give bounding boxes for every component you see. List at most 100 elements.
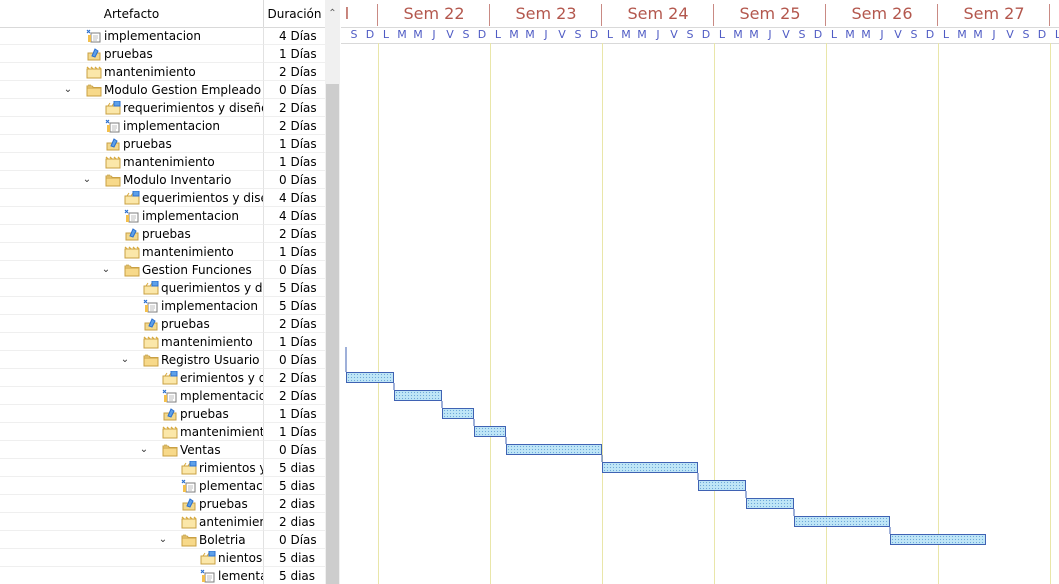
chevron-down-icon[interactable]: ⌄ — [138, 441, 150, 458]
table-row[interactable]: mantenimiento 1 Días — [0, 423, 325, 441]
task-duration[interactable]: 0 Días — [264, 531, 325, 549]
task-bar[interactable] — [394, 390, 442, 401]
task-name-cell[interactable]: ⌄ Boletria — [0, 531, 264, 549]
task-name-cell[interactable]: ⌄ Gestion Funciones — [0, 261, 264, 279]
table-row[interactable]: pruebas 1 Días — [0, 405, 325, 423]
task-name-cell[interactable]: pruebas — [0, 45, 264, 63]
task-name-cell[interactable]: rimientos y d — [0, 459, 264, 477]
task-duration[interactable]: 2 Días — [264, 387, 325, 405]
task-name-cell[interactable]: implementacion — [0, 27, 264, 45]
table-row[interactable]: pruebas 2 Días — [0, 315, 325, 333]
table-row[interactable]: antenimient2 dias — [0, 513, 325, 531]
task-duration[interactable]: 1 Días — [264, 405, 325, 423]
table-row[interactable]: implementacion 4 Días — [0, 27, 325, 45]
table-row[interactable]: erimientos y dis2 Días — [0, 369, 325, 387]
table-row[interactable]: implementacion 4 Días — [0, 207, 325, 225]
task-name-cell[interactable]: querimientos y dise — [0, 279, 264, 297]
task-name-cell[interactable]: implementacion — [0, 207, 264, 225]
task-name-cell[interactable]: pruebas — [0, 405, 264, 423]
task-duration[interactable]: 5 Días — [264, 297, 325, 315]
chevron-down-icon[interactable]: ⌄ — [100, 261, 112, 278]
task-duration[interactable]: 5 dias — [264, 477, 325, 495]
task-bar[interactable] — [346, 372, 394, 383]
table-row[interactable]: pruebas 1 Días — [0, 45, 325, 63]
task-duration[interactable]: 2 Días — [264, 117, 325, 135]
task-name-cell[interactable]: pruebas — [0, 135, 264, 153]
task-duration[interactable]: 2 Días — [264, 369, 325, 387]
table-row[interactable]: lementa 5 dias — [0, 567, 325, 584]
task-duration[interactable]: 1 Días — [264, 243, 325, 261]
task-duration[interactable]: 5 dias — [264, 549, 325, 567]
task-duration[interactable]: 1 Días — [264, 45, 325, 63]
table-row[interactable]: querimientos y dise5 Días — [0, 279, 325, 297]
task-name-cell[interactable]: plementacio — [0, 477, 264, 495]
task-name-cell[interactable]: mplementacion — [0, 387, 264, 405]
table-row[interactable]: equerimientos y diseño4 Días — [0, 189, 325, 207]
task-name-cell[interactable]: ⌄ Modulo Inventario — [0, 171, 264, 189]
table-row[interactable]: pruebas 2 Días — [0, 225, 325, 243]
task-bar[interactable] — [746, 498, 794, 509]
task-name-cell[interactable]: equerimientos y diseño — [0, 189, 264, 207]
task-duration[interactable]: 1 Días — [264, 135, 325, 153]
table-row[interactable]: mantenimiento 1 Días — [0, 153, 325, 171]
task-duration[interactable]: 0 Días — [264, 171, 325, 189]
task-duration[interactable]: 1 Días — [264, 153, 325, 171]
table-row[interactable]: mantenimiento 1 Días — [0, 333, 325, 351]
task-duration[interactable]: 2 Días — [264, 225, 325, 243]
task-bar[interactable] — [602, 462, 698, 473]
task-duration[interactable]: 1 Días — [264, 333, 325, 351]
task-duration[interactable]: 5 dias — [264, 567, 325, 584]
task-name-cell[interactable]: mantenimiento — [0, 423, 264, 441]
table-row[interactable]: ⌄ Ventas 0 Días — [0, 441, 325, 459]
task-duration[interactable]: 5 dias — [264, 459, 325, 477]
task-duration[interactable]: 4 Días — [264, 207, 325, 225]
chevron-down-icon[interactable]: ⌄ — [62, 81, 74, 98]
task-bar[interactable] — [474, 426, 506, 437]
task-duration[interactable]: 2 dias — [264, 495, 325, 513]
task-bar[interactable] — [794, 516, 890, 527]
task-name-cell[interactable]: pruebas — [0, 225, 264, 243]
table-row[interactable]: ⌄ Modulo Inventario 0 Días — [0, 171, 325, 189]
task-duration[interactable]: 4 Días — [264, 189, 325, 207]
task-duration[interactable]: 0 Días — [264, 441, 325, 459]
table-row[interactable]: pruebas 2 dias — [0, 495, 325, 513]
task-name-cell[interactable]: nientos y — [0, 549, 264, 567]
task-name-cell[interactable]: requerimientos y diseño — [0, 99, 264, 117]
task-name-cell[interactable]: mantenimiento — [0, 153, 264, 171]
table-row[interactable]: ⌄ Modulo Gestion Empleado 0 Días — [0, 81, 325, 99]
scrollbar-thumb[interactable] — [326, 84, 339, 584]
task-name-cell[interactable]: ⌄ Registro Usuario — [0, 351, 264, 369]
task-bar[interactable] — [890, 534, 986, 545]
task-name-cell[interactable]: implementacion — [0, 297, 264, 315]
task-duration[interactable]: 0 Días — [264, 81, 325, 99]
table-row[interactable]: mplementacion2 Días — [0, 387, 325, 405]
task-name-cell[interactable]: pruebas — [0, 315, 264, 333]
task-bar[interactable] — [698, 480, 746, 491]
scroll-up-icon[interactable]: ⌃ — [325, 0, 340, 27]
task-name-cell[interactable]: mantenimiento — [0, 333, 264, 351]
table-row[interactable]: implementacion 5 Días — [0, 297, 325, 315]
task-duration[interactable]: 2 Días — [264, 99, 325, 117]
chevron-down-icon[interactable]: ⌄ — [81, 171, 93, 188]
vertical-scrollbar[interactable]: ⌃ — [325, 0, 340, 584]
task-name-cell[interactable]: pruebas — [0, 495, 264, 513]
table-row[interactable]: mantenimiento 2 Días — [0, 63, 325, 81]
chevron-down-icon[interactable]: ⌄ — [157, 531, 169, 548]
chevron-down-icon[interactable]: ⌄ — [119, 351, 131, 368]
task-name-cell[interactable]: mantenimiento — [0, 63, 264, 81]
column-header-artefacto[interactable]: Artefacto — [0, 0, 264, 27]
table-row[interactable]: implementacion 2 Días — [0, 117, 325, 135]
task-duration[interactable]: 2 Días — [264, 315, 325, 333]
task-duration[interactable]: 1 Días — [264, 423, 325, 441]
task-name-cell[interactable]: mantenimiento — [0, 243, 264, 261]
task-duration[interactable]: 2 dias — [264, 513, 325, 531]
task-duration[interactable]: 2 Días — [264, 63, 325, 81]
task-name-cell[interactable]: erimientos y dis — [0, 369, 264, 387]
table-row[interactable]: ⌄ Gestion Funciones 0 Días — [0, 261, 325, 279]
task-name-cell[interactable]: lementa — [0, 567, 264, 584]
table-row[interactable]: rimientos y d5 dias — [0, 459, 325, 477]
task-bar[interactable] — [506, 444, 602, 455]
table-row[interactable]: nientos y5 dias — [0, 549, 325, 567]
table-row[interactable]: plementacio5 dias — [0, 477, 325, 495]
table-row[interactable]: pruebas 1 Días — [0, 135, 325, 153]
